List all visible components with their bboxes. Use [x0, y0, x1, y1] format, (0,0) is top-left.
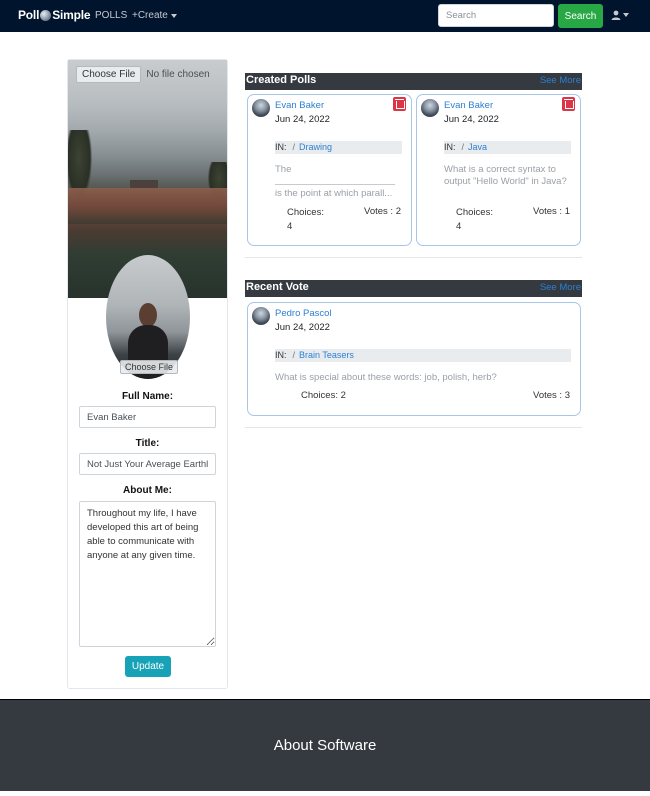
poll-card[interactable]: Evan Baker Jun 24, 2022 IN: / Drawing Th…	[247, 94, 412, 246]
poll-card[interactable]: Evan Baker Jun 24, 2022 IN: / Java What …	[416, 94, 581, 246]
poll-author-link[interactable]: Pedro Pascol	[275, 308, 332, 319]
avatar-choose-file-button[interactable]: Choose File	[120, 360, 179, 374]
nav-create-label: +Create	[132, 10, 168, 21]
poll-category-row: IN: / Java	[444, 141, 571, 154]
footer-title: About Software	[273, 737, 377, 754]
poll-date: Jun 24, 2022	[275, 322, 330, 333]
author-avatar	[252, 307, 270, 325]
poll-votes: Votes : 1	[533, 206, 570, 217]
profile-card: Choose File No file chosen Choose File F…	[67, 59, 228, 689]
chevron-down-icon	[170, 13, 177, 18]
choices-count: 4	[456, 221, 462, 232]
navbar: Poll Simple POLLS +Create Search	[0, 0, 650, 32]
poll-votes: Votes : 2	[364, 206, 401, 217]
poll-date: Jun 24, 2022	[275, 114, 330, 125]
trash-icon[interactable]	[393, 97, 406, 111]
search-input[interactable]	[438, 4, 554, 27]
in-label: IN:	[275, 350, 287, 360]
poll-author-link[interactable]: Evan Baker	[275, 100, 324, 111]
breadcrumb-separator: /	[292, 142, 296, 152]
poll-question: What is special about these words: job, …	[275, 372, 497, 383]
poll-choices: Choices: 2	[301, 390, 346, 401]
cover-choose-file-button[interactable]: Choose File	[76, 66, 142, 83]
brand-text-simple: Simple	[52, 8, 91, 22]
title-field[interactable]	[79, 453, 216, 475]
user-icon	[611, 10, 621, 20]
poll-question-line-2: is the point at which parall...	[275, 188, 393, 199]
trash-icon[interactable]	[562, 97, 575, 111]
user-menu-dropdown[interactable]	[611, 10, 629, 20]
recent-vote-title: Recent Vote	[246, 281, 309, 293]
recent-vote-see-more-link[interactable]: See More	[540, 282, 581, 293]
poll-votes: Votes : 3	[533, 390, 570, 401]
choices-count: 4	[287, 221, 293, 232]
full-name-label: Full Name:	[121, 391, 174, 402]
cover-file-status: No file chosen	[146, 69, 210, 80]
author-avatar	[252, 99, 270, 117]
poll-date: Jun 24, 2022	[444, 114, 499, 125]
poll-author-link[interactable]: Evan Baker	[444, 100, 493, 111]
full-name-field[interactable]	[79, 406, 216, 428]
poll-question-line-1: The	[275, 164, 292, 175]
breadcrumb-separator: /	[461, 142, 465, 152]
update-button[interactable]: Update	[125, 656, 171, 677]
search-button[interactable]: Search	[558, 4, 603, 28]
poll-category-link[interactable]: Java	[468, 141, 487, 154]
about-me-label: About Me:	[123, 485, 172, 496]
choices-label: Choices:	[456, 207, 493, 218]
created-polls-title: Created Polls	[246, 74, 317, 86]
recent-vote-header: Recent Vote See More	[245, 280, 582, 297]
footer: About Software	[0, 699, 650, 791]
blank-line	[275, 184, 395, 185]
breadcrumb-separator: /	[292, 350, 296, 360]
poll-choices: Choices: 4	[287, 206, 324, 234]
poll-choices: Choices: 4	[456, 206, 493, 234]
nav-polls-link[interactable]: POLLS	[95, 10, 127, 21]
nav-create-dropdown[interactable]: +Create	[132, 10, 177, 21]
section-divider	[245, 427, 582, 428]
title-label: Title:	[135, 438, 160, 449]
created-polls-see-more-link[interactable]: See More	[540, 75, 581, 86]
chevron-down-icon	[623, 13, 629, 17]
poll-category-link[interactable]: Brain Teasers	[299, 349, 354, 362]
section-divider	[245, 257, 582, 258]
choices-label: Choices:	[287, 207, 324, 218]
poll-category-link[interactable]: Drawing	[299, 141, 332, 154]
in-label: IN:	[444, 142, 456, 152]
cover-file-picker: Choose File No file chosen	[76, 66, 210, 83]
brand-text-poll: Poll	[18, 8, 40, 22]
created-polls-header: Created Polls See More	[245, 73, 582, 90]
recent-vote-card[interactable]: Pedro Pascol Jun 24, 2022 IN: / Brain Te…	[247, 302, 581, 416]
poll-category-row: IN: / Brain Teasers	[275, 349, 571, 362]
poll-category-row: IN: / Drawing	[275, 141, 402, 154]
globe-icon	[40, 9, 52, 21]
brand-logo[interactable]: Poll Simple	[18, 8, 91, 22]
about-me-field[interactable]: Throughout my life, I have developed thi…	[79, 501, 216, 647]
author-avatar	[421, 99, 439, 117]
poll-question: What is a correct syntax to output "Hell…	[444, 164, 567, 187]
in-label: IN:	[275, 142, 287, 152]
